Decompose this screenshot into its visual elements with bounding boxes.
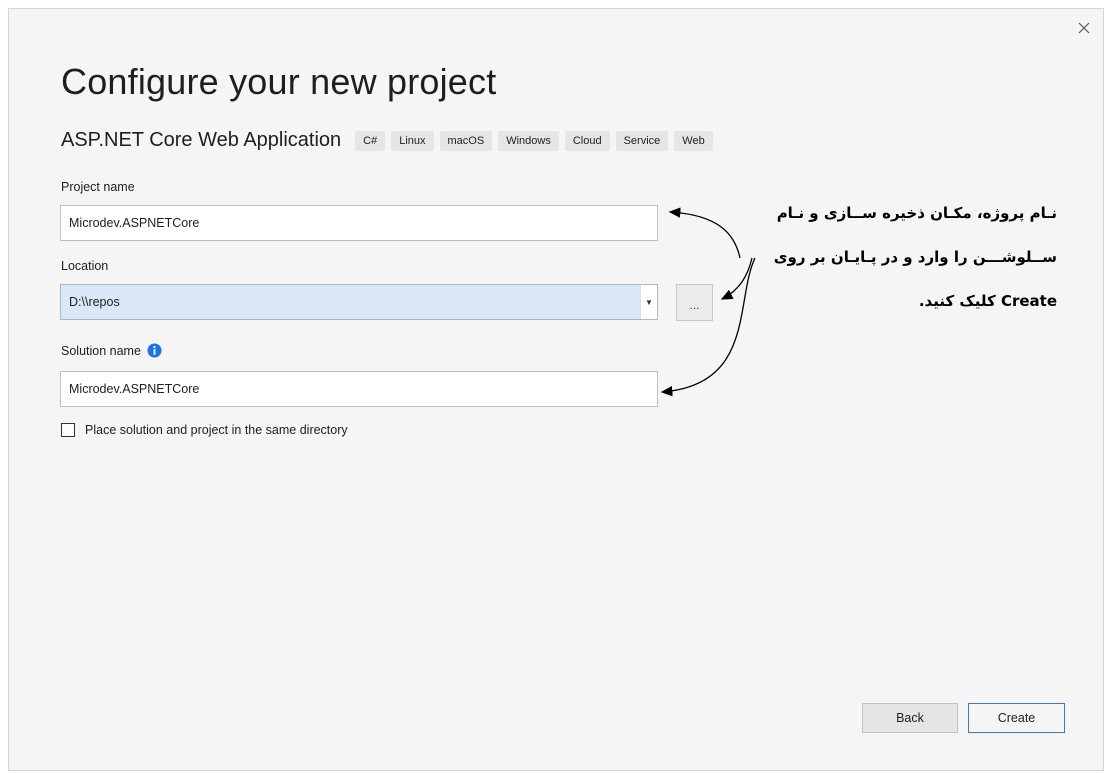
info-icon[interactable] xyxy=(147,343,162,358)
browse-button[interactable]: ... xyxy=(676,284,713,321)
annotation-line-1: نـام پروژه، مکـان ذخیره ســازی و نـام xyxy=(776,204,1057,222)
tag-cloud: Cloud xyxy=(564,130,610,151)
location-value: D:\\repos xyxy=(69,295,120,309)
back-button[interactable]: Back xyxy=(862,703,958,733)
close-button[interactable] xyxy=(1075,19,1093,37)
configure-project-dialog: Configure your new project ASP.NET Core … xyxy=(8,8,1104,771)
persian-annotation: نـام پروژه، مکـان ذخیره ســازی و نـام سـ… xyxy=(727,191,1057,323)
tag-linux: Linux xyxy=(391,130,434,151)
same-directory-checkbox[interactable] xyxy=(61,423,75,437)
annotation-line-3: Create کلیک کنید. xyxy=(918,292,1057,310)
solution-name-label-row: Solution name xyxy=(61,343,162,358)
project-name-label: Project name xyxy=(61,180,135,194)
template-name: ASP.NET Core Web Application xyxy=(61,129,342,151)
create-button[interactable]: Create xyxy=(968,703,1065,733)
page-title: Configure your new project xyxy=(61,61,497,102)
tag-service: Service xyxy=(615,130,669,151)
project-name-input[interactable]: Microdev.ASPNETCore xyxy=(60,205,658,241)
solution-name-input[interactable]: Microdev.ASPNETCore xyxy=(60,371,658,407)
solution-name-label: Solution name xyxy=(61,343,141,358)
annotation-line-2: ســلوشـــن را وارد و در پـایـان بر روی xyxy=(773,248,1057,266)
tag-windows: Windows xyxy=(498,130,559,151)
close-icon xyxy=(1078,22,1090,34)
tag-csharp: C# xyxy=(355,130,386,151)
project-name-value: Microdev.ASPNETCore xyxy=(69,216,200,230)
tag-web: Web xyxy=(674,130,713,151)
location-dropdown-button[interactable]: ▼ xyxy=(640,285,657,319)
chevron-down-icon: ▼ xyxy=(645,297,653,307)
location-combobox[interactable]: D:\\repos ▼ xyxy=(60,284,658,320)
location-label: Location xyxy=(61,259,109,273)
same-directory-label: Place solution and project in the same d… xyxy=(85,423,348,437)
same-directory-option[interactable]: Place solution and project in the same d… xyxy=(61,423,348,437)
template-info: ASP.NET Core Web Application C# Linux ma… xyxy=(61,129,719,152)
browse-label: ... xyxy=(689,298,700,312)
solution-name-value: Microdev.ASPNETCore xyxy=(69,382,200,396)
tag-macos: macOS xyxy=(439,130,493,151)
